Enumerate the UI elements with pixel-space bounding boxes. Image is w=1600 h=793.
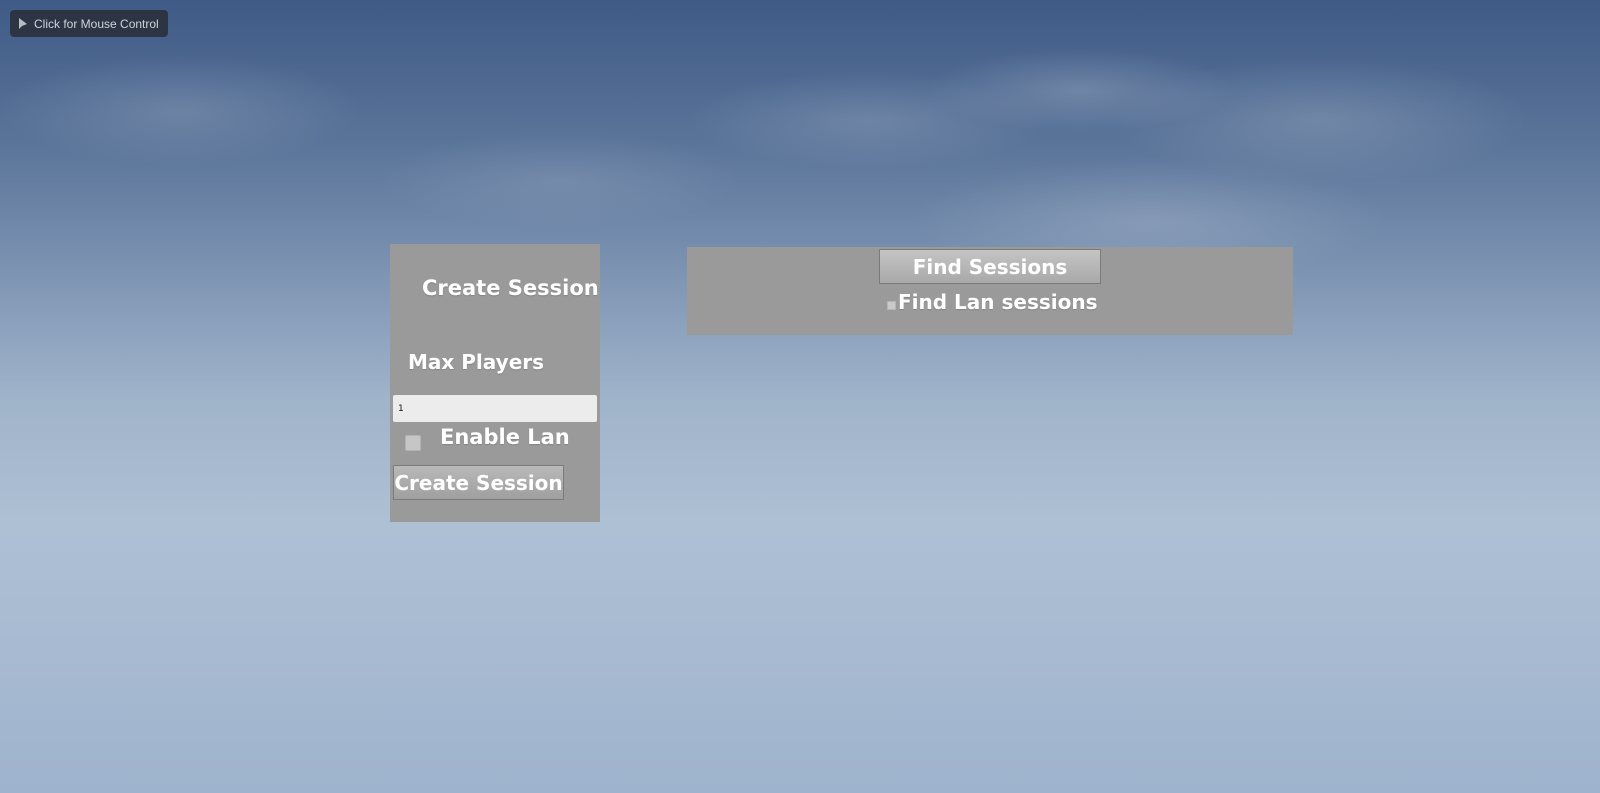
mouse-control-hint[interactable]: Click for Mouse Control xyxy=(10,10,168,37)
find-lan-checkbox[interactable] xyxy=(887,301,896,310)
mouse-control-label: Click for Mouse Control xyxy=(34,16,159,31)
create-session-button[interactable]: Create Session xyxy=(393,465,564,500)
find-sessions-button[interactable]: Find Sessions xyxy=(879,249,1101,284)
create-session-title: Create Session xyxy=(422,276,599,300)
enable-lan-checkbox[interactable] xyxy=(405,435,421,451)
enable-lan-label: Enable Lan xyxy=(440,425,570,449)
find-sessions-panel: Find Sessions Find Lan sessions xyxy=(687,247,1293,335)
max-players-label: Max Players xyxy=(408,350,545,374)
cursor-arrow-icon xyxy=(19,17,27,29)
find-lan-label: Find Lan sessions xyxy=(898,290,1098,314)
max-players-input[interactable] xyxy=(393,395,597,422)
create-session-panel: Create Session Max Players Enable Lan Cr… xyxy=(390,244,600,522)
